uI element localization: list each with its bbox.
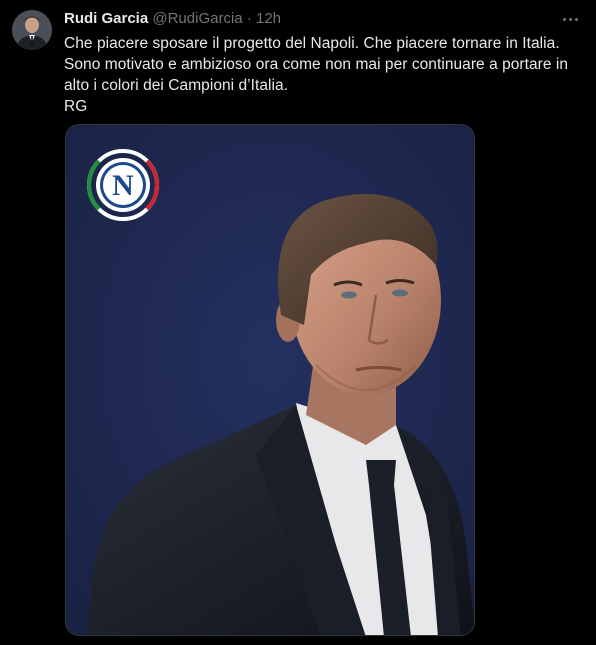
more-dot	[568, 17, 572, 21]
logo-letter: N	[112, 169, 134, 202]
photo-illustration: N	[66, 125, 474, 635]
header-separator: ·	[246, 10, 252, 27]
author-name[interactable]: Rudi Garcia	[64, 10, 148, 27]
tweet-text-line: RG	[64, 98, 88, 115]
author-handle[interactable]: @RudiGarcia	[152, 10, 242, 27]
tweet-text-line: alto i colori dei Campioni d’Italia.	[64, 77, 289, 94]
tweet-text: Che piacere sposare il progetto del Napo…	[64, 33, 580, 117]
author-avatar[interactable]	[12, 10, 52, 50]
tweet-media-image[interactable]: N	[65, 124, 475, 636]
tweet-text-line: Che piacere sposare il progetto del Napo…	[64, 35, 560, 52]
more-horizontal-icon	[562, 17, 566, 21]
tweet-timestamp[interactable]: 12h	[256, 10, 281, 27]
more-dot	[574, 17, 578, 21]
tweet-text-line: Sono motivato e ambizioso ora come non m…	[64, 56, 569, 73]
more-options-button[interactable]	[556, 8, 584, 30]
napoli-logo: N	[87, 149, 159, 221]
avatar-image	[12, 10, 52, 50]
tweet-header: Rudi Garcia @RudiGarcia · 12h	[64, 9, 281, 29]
tweet[interactable]: Rudi Garcia @RudiGarcia · 12h Che piacer…	[0, 0, 596, 645]
